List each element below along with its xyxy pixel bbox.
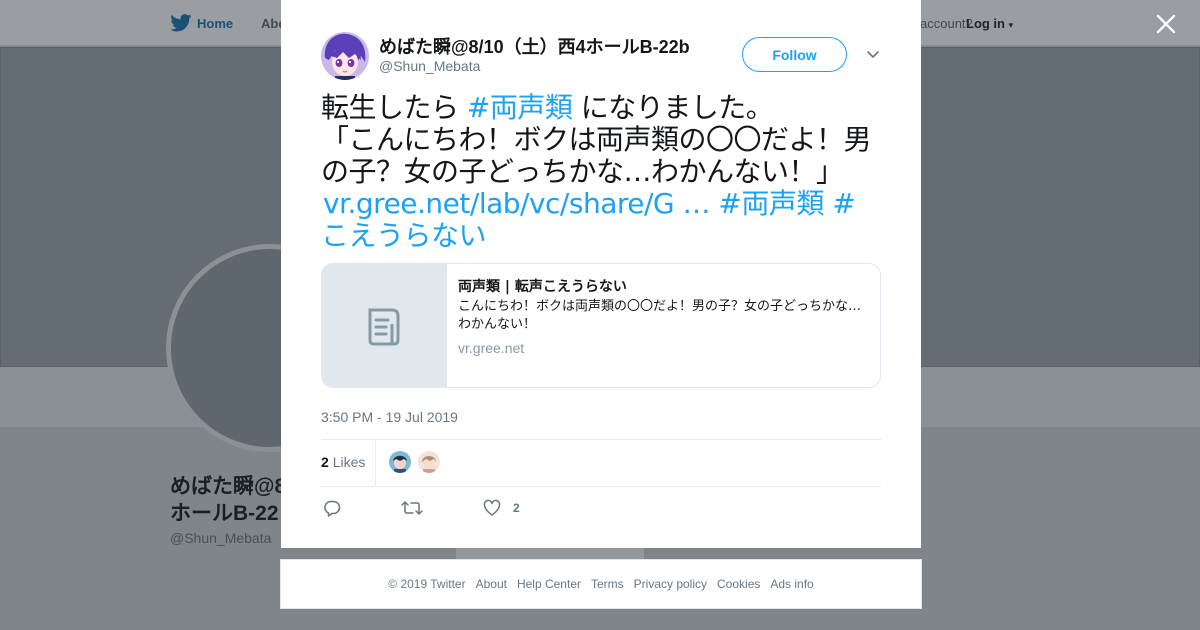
login-label: Log in bbox=[966, 16, 1005, 31]
tweet-text-part2: になりました。 bbox=[572, 91, 774, 124]
retweet-icon bbox=[401, 501, 423, 515]
profile-name: めばた瞬@8 bbox=[170, 475, 282, 498]
reply-icon bbox=[324, 500, 341, 517]
footer: © 2019 Twitter About Help Center Terms P… bbox=[280, 559, 922, 609]
likes-number: 2 bbox=[321, 454, 329, 470]
hashtag-link[interactable]: #両声類 bbox=[718, 187, 824, 220]
avatar-image bbox=[321, 32, 369, 80]
liker-avatar-image bbox=[418, 451, 440, 473]
footer-link-help-center[interactable]: Help Center bbox=[517, 577, 581, 591]
footer-link-cookies[interactable]: Cookies bbox=[717, 577, 760, 591]
footer-link-terms[interactable]: Terms bbox=[591, 577, 624, 591]
footer-link-privacy[interactable]: Privacy policy bbox=[634, 577, 707, 591]
close-icon[interactable] bbox=[1150, 8, 1182, 40]
link-preview-card[interactable]: 両声類 | 転声こえうらない こんにちわ！ボクは両声類の〇〇だよ！男の子？女の子… bbox=[321, 263, 881, 388]
footer-link-about[interactable]: About bbox=[476, 577, 507, 591]
like-count: 2 bbox=[513, 501, 520, 515]
profile-name-line2: ホールB-22 bbox=[170, 502, 279, 525]
likes-stat[interactable]: 2 Likes bbox=[321, 454, 365, 470]
like-button[interactable]: 2 bbox=[483, 498, 520, 518]
tweet-text: 転生したら #両声類 になりました。 「こんにちわ！ボクは両声類の〇〇だよ！男の… bbox=[321, 92, 881, 252]
nav-account-text: account? bbox=[920, 16, 973, 31]
card-domain: vr.gree.net bbox=[458, 340, 525, 356]
footer-link-ads-info[interactable]: Ads info bbox=[770, 577, 813, 591]
card-description: こんにちわ！ボクは両声類の〇〇だよ！男の子？女の子どっちかな…わかんない！ bbox=[458, 299, 862, 332]
heart-icon bbox=[483, 499, 501, 516]
footer-copyright: © 2019 Twitter bbox=[388, 577, 466, 591]
nav-home-link[interactable]: Home bbox=[197, 16, 233, 31]
nav-login-link[interactable]: Log in ▾ bbox=[966, 16, 1013, 31]
reply-button[interactable] bbox=[323, 498, 341, 518]
profile-handle: @Shun_Mebata bbox=[170, 530, 272, 546]
divider bbox=[321, 439, 881, 440]
stat-divider bbox=[375, 440, 376, 486]
liker-avatar-image bbox=[389, 451, 411, 473]
divider bbox=[321, 486, 881, 487]
chevron-down-icon[interactable] bbox=[865, 46, 881, 62]
card-title: 両声類 | 転声こえうらない bbox=[458, 279, 627, 295]
tweet-url-link[interactable]: vr.gree.net/lab/vc/share/G … bbox=[323, 187, 711, 220]
follow-button[interactable]: Follow bbox=[742, 37, 847, 72]
hashtag-link[interactable]: #両声類 bbox=[467, 91, 573, 124]
caret-down-icon: ▾ bbox=[1008, 20, 1014, 30]
liker-avatar[interactable] bbox=[389, 451, 411, 473]
tweet-text-part1: 転生したら bbox=[321, 91, 467, 124]
user-handle[interactable]: @Shun_Mebata bbox=[379, 58, 480, 74]
liker-avatar[interactable] bbox=[418, 451, 440, 473]
twitter-bird-icon bbox=[170, 14, 192, 32]
tweet-text-line2: 「こんにちわ！ボクは両声類の〇〇だよ！男の子？女の子どっちかな…わかんない！」 bbox=[321, 123, 872, 188]
user-display-name[interactable]: めばた瞬@8/10（土）西4ホールB-22b bbox=[379, 33, 690, 59]
retweet-button[interactable] bbox=[401, 498, 423, 518]
card-thumbnail bbox=[322, 264, 447, 387]
tweet-modal: めばた瞬@8/10（土）西4ホールB-22b @Shun_Mebata Foll… bbox=[281, 0, 921, 548]
tweet-timestamp[interactable]: 3:50 PM - 19 Jul 2019 bbox=[321, 409, 458, 425]
document-icon bbox=[368, 308, 400, 345]
likes-label: Likes bbox=[332, 454, 366, 470]
user-avatar[interactable] bbox=[321, 32, 369, 80]
